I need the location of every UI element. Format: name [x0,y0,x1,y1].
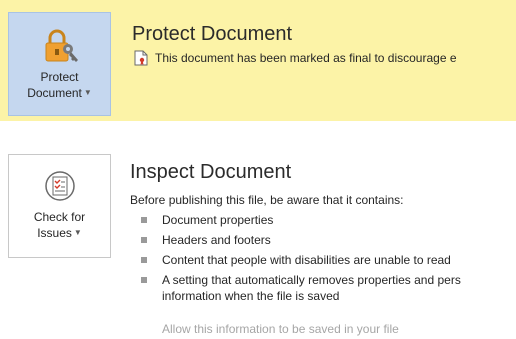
bullet-icon [141,257,147,263]
allow-information-saved-link[interactable]: Allow this information to be saved in yo… [162,321,399,337]
bullet-icon [141,277,147,283]
bullet-icon [141,237,147,243]
list-item-text: Document properties [162,213,274,227]
protect-status-row: This document has been marked as final t… [134,48,516,68]
final-document-icon [134,50,148,66]
protect-button-label-line2: Document [27,86,82,100]
protect-button-label-line1: Protect [40,70,79,84]
list-item-text-continued: information when the file is saved [162,289,340,303]
dropdown-caret-icon: ▼ [73,228,82,237]
check-for-issues-button[interactable]: Check for Issues ▼ [8,154,111,258]
protect-document-section: Protect Document ▼ Protect Document This … [0,0,516,121]
inspect-button-label-line1: Check for [33,210,86,224]
inspect-button-label-line2: Issues [37,226,72,240]
protect-document-title: Protect Document [132,23,293,45]
dropdown-caret-icon: ▼ [83,88,92,97]
backstage-info-page: Protect Document ▼ Protect Document This … [0,0,516,339]
list-item: Content that people with disabilities ar… [138,252,516,268]
inspect-intro-text: Before publishing this file, be aware th… [130,193,404,207]
list-item: Document properties [138,212,516,228]
lock-key-icon [40,27,80,65]
issue-list: Document properties Headers and footers … [138,212,516,308]
checklist-icon [43,169,77,203]
list-item-text: Content that people with disabilities ar… [162,253,451,267]
bullet-icon [141,217,147,223]
protect-description: This document has been marked as final t… [155,51,457,65]
list-item: Headers and footers [138,232,516,248]
list-item: A setting that automatically removes pro… [138,272,516,304]
protect-document-button[interactable]: Protect Document ▼ [8,12,111,116]
list-item-text: A setting that automatically removes pro… [162,273,461,287]
list-item-text: Headers and footers [162,233,271,247]
inspect-document-title: Inspect Document [130,161,292,183]
